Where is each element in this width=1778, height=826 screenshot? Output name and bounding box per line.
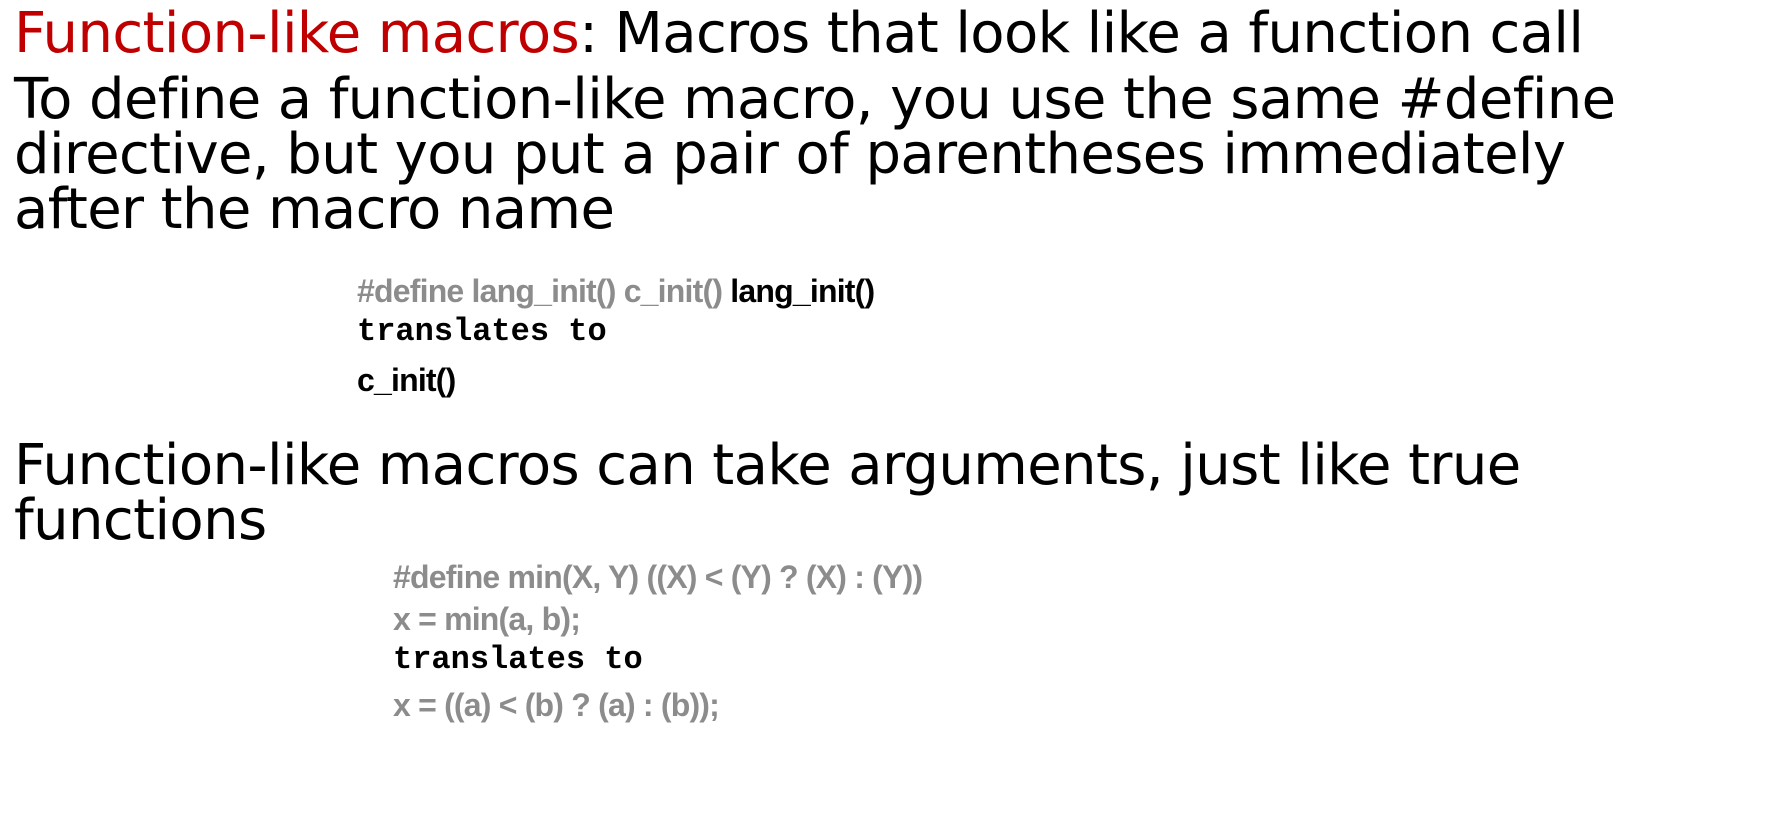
example1-define: #define lang_init() c_init() [357,273,731,309]
example2-call: x = min(a, b); [393,601,581,637]
example2-define: #define min(X, Y) ((X) < (Y) ? (X) : (Y)… [393,559,923,595]
arguments-line-1: Function-like macros can take arguments,… [14,433,1521,498]
arguments-line-2: functions [14,488,267,553]
example1-call: lang_init() [730,273,875,309]
heading-rest: : Macros that look like a function call [579,1,1584,66]
example1-translates: translates to [357,313,607,350]
slide: Function-like macros: Macros that look l… [0,0,1778,826]
example1-result: c_init() [357,362,456,398]
example2-translates: translates to [393,641,643,678]
intro-line-3: after the macro name [14,177,615,242]
example1-define-line: #define lang_init() c_init() lang_init() [357,273,875,309]
intro-line-2: directive, but you put a pair of parenth… [14,122,1566,187]
example2-result: x = ((a) < (b) ? (a) : (b)); [393,687,720,723]
heading-term: Function-like macros [14,1,580,66]
slide-heading: Function-like macros: Macros that look l… [14,6,1584,62]
intro-line-1: To define a function-like macro, you use… [14,67,1616,132]
